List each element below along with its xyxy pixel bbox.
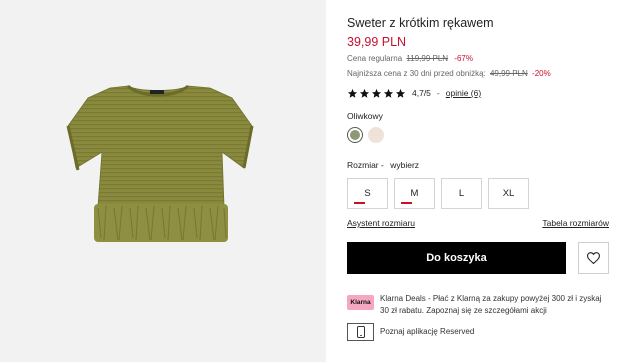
regular-price-discount: -67% (454, 54, 473, 63)
app-promo-icon-box (347, 323, 374, 341)
regular-price-label: Cena regularna (347, 54, 403, 63)
lowest-price-old: 49,99 PLN (489, 69, 528, 78)
low-stock-indicator (354, 202, 365, 204)
klarna-logo: Klarna (347, 295, 374, 310)
size-button-m[interactable]: M (394, 178, 435, 209)
regular-price-old: 119,99 PLN (406, 54, 449, 63)
rating-row: 4,7/5 - opinie (6) (347, 87, 481, 99)
rating-stars (347, 88, 406, 99)
size-button-l[interactable]: L (441, 178, 482, 209)
size-label: Rozmiar - (347, 160, 384, 170)
product-image-panel (0, 0, 326, 362)
lowest-price-discount: -20% (532, 69, 551, 78)
size-button-s[interactable]: S (347, 178, 388, 209)
add-to-cart-button[interactable]: Do koszyka (347, 242, 566, 274)
size-label-row: Rozmiar - wybierz (347, 160, 419, 170)
size-assistant-link[interactable]: Asystent rozmiaru (347, 218, 415, 228)
heart-icon (587, 252, 600, 264)
product-title: Sweter z krótkim rękawem (347, 16, 494, 30)
star-icon (347, 88, 358, 98)
app-promo-text[interactable]: Poznaj aplikację Reserved (380, 327, 474, 336)
color-swatch-cream[interactable] (368, 127, 384, 143)
rating-value: 4,7/5 (412, 88, 431, 98)
color-swatch-olive[interactable] (347, 127, 363, 143)
lowest-price-row: Najniższa cena z 30 dni przed obniżką: 4… (347, 69, 551, 78)
star-icon (359, 88, 370, 98)
color-name: Oliwkowy (347, 111, 383, 121)
rating-separator: - (436, 88, 440, 98)
current-price: 39,99 PLN (347, 35, 407, 49)
swatch-dot (350, 130, 360, 140)
regular-price-row: Cena regularna 119,99 PLN -67% (347, 54, 473, 63)
size-choose: wybierz (390, 160, 420, 170)
low-stock-indicator (401, 202, 412, 204)
size-label-xl: XL (502, 188, 515, 199)
size-table-link[interactable]: Tabela rozmiarów (542, 218, 609, 228)
product-image[interactable] (0, 0, 326, 362)
star-icon (395, 88, 406, 98)
phone-icon (356, 326, 365, 338)
wishlist-button[interactable] (578, 242, 609, 274)
reviews-link[interactable]: opinie (6) (446, 88, 481, 98)
size-button-xl[interactable]: XL (488, 178, 529, 209)
size-links-row: Asystent rozmiaru Tabela rozmiarów (347, 218, 609, 230)
klarna-promo-text: Klarna Deals - Płać z Klarną za zakupy p… (380, 294, 602, 315)
star-icon (371, 88, 382, 98)
size-label-l: L (458, 188, 465, 199)
size-label-s: S (364, 188, 371, 199)
star-icon (383, 88, 394, 98)
size-label-m: M (410, 188, 419, 199)
lowest-price-label: Najniższa cena z 30 dni przed obniżką: (347, 69, 486, 78)
